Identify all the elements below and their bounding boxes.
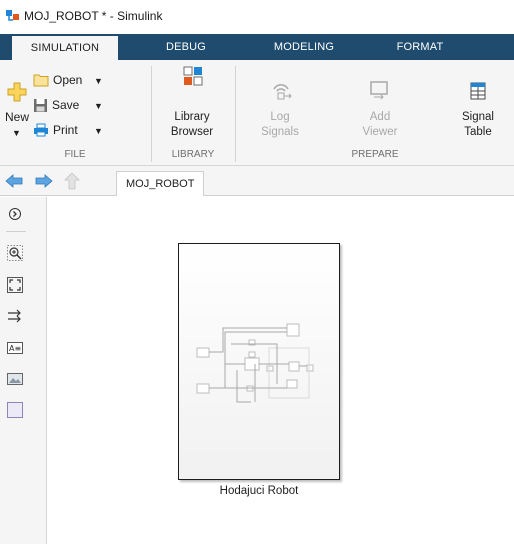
ribbon-divider [235, 66, 236, 162]
ribbon-toolstrip: New ▼ Open ▼ Save ▼ Print ▼ FILE Library… [0, 60, 514, 166]
floppy-icon [34, 98, 47, 112]
save-label: Save [52, 98, 80, 112]
tab-modeling[interactable]: MODELING [256, 34, 352, 60]
title-bar: MOJ_ROBOT * - Simulink [0, 0, 514, 34]
subsystem-block[interactable] [178, 243, 340, 480]
tab-simulation[interactable]: SIMULATION [12, 34, 118, 60]
tab-debug[interactable]: DEBUG [140, 34, 232, 60]
palette-divider [6, 231, 26, 232]
log-signals-button[interactable]: Log Signals [254, 66, 306, 146]
block-diagram-palette: A≡ [0, 197, 47, 544]
open-button[interactable]: Open [33, 70, 82, 90]
file-group-label: FILE [64, 149, 86, 160]
prepare-group-label: PREPARE [351, 149, 399, 160]
signal-table-icon [470, 82, 486, 100]
printer-icon [34, 123, 48, 137]
simulink-icon [6, 10, 19, 21]
signal-table-label-line1: Signal [462, 111, 494, 123]
svg-text:A≡: A≡ [9, 344, 21, 353]
subsystem-block-label[interactable]: Hodajuci Robot [178, 485, 340, 497]
arrow-up-icon[interactable] [64, 172, 80, 190]
print-button[interactable]: Print [33, 120, 78, 140]
library-browser-label-line1: Library [174, 111, 210, 123]
zoom-icon[interactable] [7, 245, 23, 261]
library-browser-button[interactable]: Library Browser [152, 66, 232, 146]
add-viewer-label-line2: Viewer [362, 126, 398, 138]
log-signals-icon [273, 84, 292, 100]
window-title: MOJ_ROBOT * - Simulink [24, 9, 163, 23]
open-caret-icon[interactable]: ▼ [94, 76, 103, 86]
add-viewer-button[interactable]: Add Viewer [354, 66, 406, 146]
image-icon[interactable] [7, 371, 23, 387]
area-icon[interactable] [7, 402, 23, 418]
signal-table-label-line2: Table [464, 126, 492, 138]
log-signals-label-line1: Log [270, 111, 290, 123]
simulink-window: MOJ_ROBOT * - Simulink SIMULATION DEBUG … [0, 0, 514, 544]
ribbon-tab-strip: SIMULATION DEBUG MODELING FORMAT [0, 34, 514, 60]
model-canvas[interactable]: Hodajuci Robot [48, 197, 514, 544]
signal-table-button[interactable]: Signal Table [452, 66, 504, 146]
open-label: Open [53, 73, 83, 87]
arrange-icon[interactable] [7, 308, 23, 324]
print-caret-icon[interactable]: ▼ [94, 126, 103, 136]
add-viewer-label-line1: Add [369, 111, 391, 123]
arrow-right-icon[interactable] [35, 173, 53, 189]
tab-format[interactable]: FORMAT [374, 34, 466, 60]
new-label: New [5, 110, 30, 124]
hide-show-explorer-icon[interactable] [7, 206, 23, 222]
fit-to-view-icon[interactable] [7, 277, 23, 293]
annotation-icon[interactable]: A≡ [7, 340, 23, 356]
add-viewer-icon [370, 81, 388, 100]
arrow-left-icon[interactable] [5, 173, 23, 189]
subsystem-preview-diagram [196, 323, 314, 403]
model-breadcrumb-tab[interactable]: MOJ_ROBOT [116, 171, 205, 196]
new-caret-icon: ▼ [12, 128, 21, 138]
folder-icon [33, 74, 49, 87]
new-button[interactable]: New ▼ [2, 66, 32, 146]
plus-icon [7, 82, 27, 102]
model-browser-bar: MOJ_ROBOT [0, 166, 514, 196]
library-group-label: LIBRARY [171, 149, 215, 160]
save-button[interactable]: Save [33, 95, 79, 115]
save-caret-icon[interactable]: ▼ [94, 101, 103, 111]
print-label: Print [53, 123, 78, 137]
library-browser-label-line2: Browser [170, 126, 214, 138]
log-signals-label-line2: Signals [261, 126, 299, 138]
library-browser-icon [183, 66, 203, 86]
